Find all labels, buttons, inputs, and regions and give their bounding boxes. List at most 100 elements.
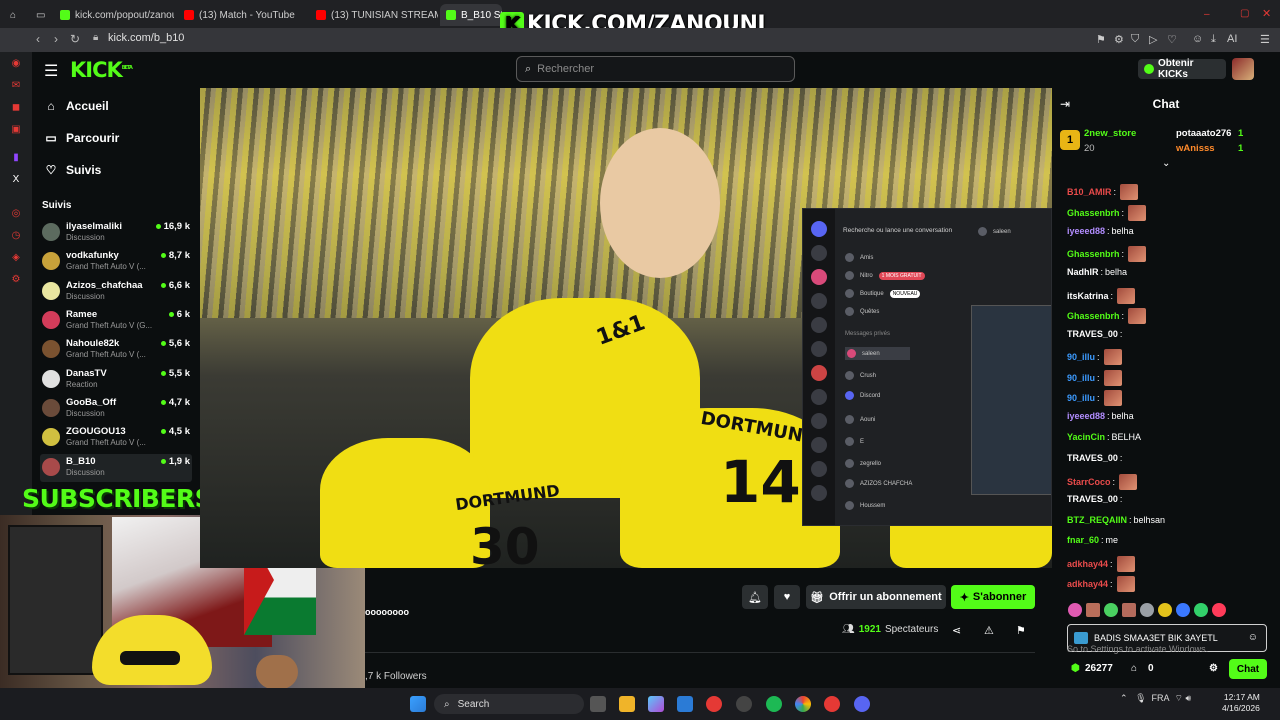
report-icon[interactable]: ⚠: [984, 624, 994, 637]
rail-app-icon[interactable]: ▣: [10, 124, 22, 136]
collapse-chat-icon[interactable]: ⇥: [1060, 97, 1070, 111]
window-minimize-icon[interactable]: –: [1204, 9, 1210, 20]
followed-channel-row[interactable]: ZGOUGOU13 Grand Theft Auto V (... 4,5 k: [40, 424, 192, 452]
windows-start-icon[interactable]: [410, 696, 426, 712]
bookmark-icon[interactable]: ⚑: [1096, 33, 1106, 46]
ai-button[interactable]: AI: [1227, 33, 1237, 45]
app-icon[interactable]: [736, 696, 752, 712]
chat-username[interactable]: NadhIR: [1067, 267, 1099, 277]
browser-tab-youtube-match[interactable]: (13) Match - YouTube: [178, 4, 308, 26]
rail-app-icon[interactable]: ◈: [10, 252, 22, 264]
followed-channel-row[interactable]: DanasTV Reaction 5,5 k: [40, 366, 192, 394]
reload-icon[interactable]: ↻: [70, 32, 80, 46]
followed-channel-row[interactable]: GooBa_Off Discussion 4,7 k: [40, 395, 192, 423]
browser-menu-icon[interactable]: ⌂: [4, 4, 22, 26]
followed-channel-row[interactable]: vodkafunky Grand Theft Auto V (... 8,7 k: [40, 248, 192, 276]
chat-username[interactable]: TRAVES_00: [1067, 329, 1118, 339]
user-avatar[interactable]: [1232, 58, 1254, 80]
share-icon[interactable]: ⋖: [952, 624, 961, 637]
chat-username[interactable]: itsKatrina: [1067, 291, 1109, 301]
chat-username[interactable]: 90_illu: [1067, 352, 1095, 362]
chat-username[interactable]: 90_illu: [1067, 393, 1095, 403]
browser-menu-icon[interactable]: ☰: [1260, 33, 1270, 46]
task-view-icon[interactable]: [590, 696, 606, 712]
taskbar-search[interactable]: ⌕ Search: [434, 694, 584, 714]
followed-channel-row[interactable]: Ramee Grand Theft Auto V (G... 6 k: [40, 307, 192, 335]
play-icon[interactable]: ▷: [1149, 33, 1157, 46]
chat-username[interactable]: BTZ_REQAIIN: [1067, 515, 1127, 525]
chat-username[interactable]: iyeeed88: [1067, 226, 1105, 236]
taskbar-clock[interactable]: 12:17 AM 4/16/2026: [1222, 692, 1260, 714]
x-icon[interactable]: X: [10, 174, 22, 186]
chat-username[interactable]: iyeeed88: [1067, 411, 1105, 421]
rail-app-icon[interactable]: ◎: [10, 208, 22, 220]
window-maximize-icon[interactable]: ▢: [1240, 8, 1249, 19]
menu-icon[interactable]: ☰: [44, 61, 58, 81]
mic-icon[interactable]: 🎙︎: [1135, 693, 1146, 703]
file-explorer-icon[interactable]: [619, 696, 635, 712]
rail-app-icon[interactable]: ✉: [10, 80, 22, 92]
copilot-icon[interactable]: [648, 696, 664, 712]
followed-channel-row[interactable]: Nahoule82k Grand Theft Auto V (... 5,6 k: [40, 336, 192, 364]
emote-bar[interactable]: [1068, 603, 1268, 617]
gear-icon[interactable]: ⚙: [10, 274, 22, 286]
profile-icon[interactable]: ☺: [1192, 33, 1203, 45]
language-indicator[interactable]: FRA: [1152, 693, 1170, 703]
chat-username[interactable]: 90_illu: [1067, 373, 1095, 383]
browser-tab-kick-popout[interactable]: kick.com/popout/zanouni: [54, 4, 174, 26]
volume-icon[interactable]: 🔊︎: [1186, 693, 1192, 703]
tab-overview-icon[interactable]: ▭: [30, 4, 51, 26]
url-field[interactable]: kick.com/b_b10: [108, 32, 184, 44]
emoji-picker-icon[interactable]: ☺: [1248, 632, 1258, 643]
browser-tab-b-b10[interactable]: B_B10 Stre: [440, 4, 502, 26]
download-icon[interactable]: ⤓: [1211, 33, 1216, 46]
gift-sub-button[interactable]: 🎁︎ Offrir un abonnement: [806, 585, 946, 609]
chat-username[interactable]: adkhay44: [1067, 559, 1108, 569]
spotify-icon[interactable]: [766, 696, 782, 712]
heart-icon[interactable]: ♡: [1167, 33, 1177, 46]
chat-username[interactable]: TRAVES_00: [1067, 494, 1118, 504]
discord-icon[interactable]: [854, 696, 870, 712]
chevron-up-icon[interactable]: ⌃: [1120, 693, 1128, 703]
window-close-icon[interactable]: ✕: [1262, 7, 1271, 20]
rail-app-icon[interactable]: ◉: [10, 58, 22, 70]
more-icon[interactable]: ⚑: [1016, 624, 1026, 637]
chat-username[interactable]: TRAVES_00: [1067, 453, 1118, 463]
browser-tab-youtube-tunisian[interactable]: (13) TUNISIAN STREAMER: [310, 4, 438, 26]
chat-username[interactable]: YacinCin: [1067, 432, 1105, 442]
chat-username[interactable]: Ghassenbrh: [1067, 249, 1120, 259]
chat-username[interactable]: StarrCoco: [1067, 477, 1111, 487]
kick-logo[interactable]: KICKBETA: [70, 58, 133, 82]
followed-channel-row[interactable]: ilyaselmaliki Discussion 16,9 k: [40, 219, 192, 247]
chrome-icon[interactable]: [795, 696, 811, 712]
system-tray[interactable]: ⌃ 🎙︎ FRA ⌔ 🔊︎: [1120, 693, 1191, 704]
twitch-icon[interactable]: ▮: [10, 152, 22, 164]
chat-settings-icon[interactable]: ⚙: [1209, 663, 1218, 674]
store-icon[interactable]: [677, 696, 693, 712]
shield-icon[interactable]: ⛉: [1131, 33, 1139, 46]
chat-username[interactable]: adkhay44: [1067, 579, 1108, 589]
opera-icon[interactable]: [706, 696, 722, 712]
app-icon[interactable]: [824, 696, 840, 712]
nav-browse[interactable]: ▭ Parcourir: [44, 131, 119, 145]
notification-bell-button[interactable]: 🔔︎: [742, 585, 768, 609]
search-input[interactable]: ⌕ Rechercher: [516, 56, 795, 82]
clock-icon[interactable]: ◷: [10, 230, 22, 242]
followed-channel-row[interactable]: B_B10 Discussion 1,9 k: [40, 454, 192, 482]
expand-chevron-icon[interactable]: ⌄: [1162, 158, 1170, 169]
forward-icon[interactable]: ›: [54, 32, 58, 46]
subscribe-button[interactable]: ✦ S'abonner: [951, 585, 1035, 609]
back-icon[interactable]: ‹: [36, 32, 40, 46]
chat-username[interactable]: B10_AMIR: [1067, 187, 1112, 197]
chat-username[interactable]: fnar_60: [1067, 535, 1099, 545]
chat-username[interactable]: Ghassenbrh: [1067, 311, 1120, 321]
send-chat-button[interactable]: Chat: [1229, 659, 1267, 679]
extension-icon[interactable]: ⚙: [1114, 33, 1124, 46]
nav-following[interactable]: ♡ Suivis: [44, 163, 102, 177]
followed-channel-row[interactable]: Azizos_chafchaa Discussion 6,6 k: [40, 278, 192, 306]
rail-app-icon[interactable]: ◼: [10, 102, 22, 114]
gift-icon[interactable]: ⌂: [1131, 663, 1137, 674]
nav-home[interactable]: ⌂ Accueil: [44, 99, 108, 113]
wifi-icon[interactable]: ⌔: [1175, 693, 1183, 703]
get-kicks-button[interactable]: Obtenir KICKs: [1138, 58, 1226, 80]
